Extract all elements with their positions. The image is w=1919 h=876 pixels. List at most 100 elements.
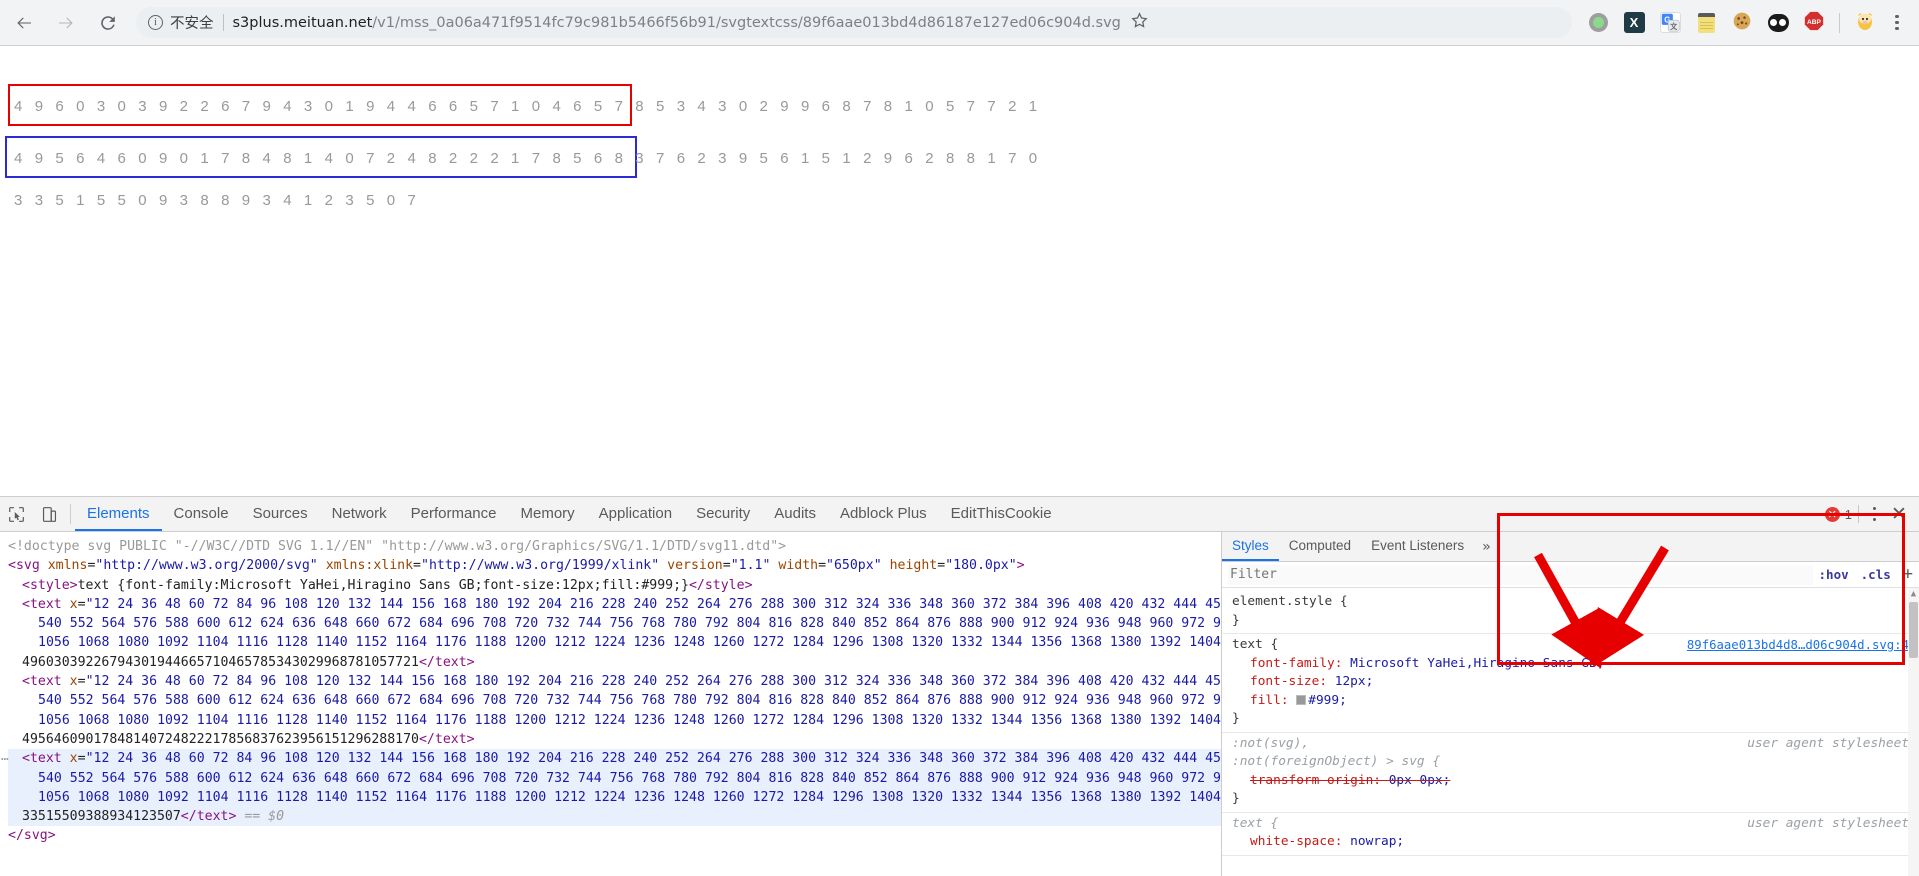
inspect-element-icon[interactable] [0,497,33,531]
address-bar[interactable]: i 不安全 s3plus.meituan.net/v1/mss_0a06a471… [136,7,1572,38]
rule2-prop-transform-origin[interactable]: transform-origin: 0px 0px; [1232,772,1909,791]
rule1-prop0-name: font-family [1250,655,1335,671]
rule2-selector: :not(svg), [1232,735,1310,751]
rule1-prop1-name: font-size [1250,674,1320,689]
styles-tab-computed[interactable]: Computed [1279,532,1361,561]
dom-text-node-1[interactable]: <text x="12 24 36 48 60 72 84 96 108 120… [8,595,1221,672]
expand-dots-icon[interactable]: ⋯ [1,750,10,769]
forward-button[interactable] [48,5,84,41]
dom-style-line[interactable]: <style>text {font-family:Microsoft YaHei… [8,576,1221,595]
dom-svg-close-tag[interactable]: </svg> [8,826,1221,845]
devtools-tab-console[interactable]: Console [162,497,241,531]
styles-rules-list: element.style { } 89f6aae013bd4d8…d06c90… [1222,588,1919,876]
rule1-prop2-name: fill [1250,692,1281,708]
svg-text-row-1: 4 9 6 0 3 0 3 9 2 2 6 7 9 4 3 0 1 9 4 4 … [14,98,1042,115]
devtools-tab-performance[interactable]: Performance [399,497,509,531]
text3-x-line2: 540 552 564 576 588 600 612 624 636 648 … [8,769,1221,788]
rule1-prop-fill[interactable]: fill: #999; [1232,692,1909,711]
devtools-close-icon[interactable]: ✕ [1889,505,1909,524]
rule3-prop-white-space[interactable]: white-space: nowrap; [1232,833,1909,852]
cls-toggle[interactable]: .cls [1855,567,1897,582]
styles-scrollbar[interactable]: ▲ [1908,588,1919,876]
dom-tree-pane[interactable]: <!doctype svg PUBLIC "-//W3C//DTD SVG 1.… [0,532,1221,876]
svg-tag-name: svg [15,558,40,574]
rule0-close: } [1232,612,1240,628]
rule0-selector: element.style { [1232,594,1348,609]
style-tag-close: style [704,577,745,593]
rule1-close: } [1232,711,1240,726]
x-extension-icon[interactable]: X [1619,8,1649,38]
green-status-icon[interactable] [1583,8,1613,38]
rule3-prop0-name: white-space [1250,834,1335,849]
style-rule-not-svg-ua[interactable]: user agent stylesheet :not(svg), :not(fo… [1222,733,1919,813]
profile-avatar-icon[interactable] [1850,8,1880,38]
devtools-tab-editthiscookie[interactable]: EditThisCookie [939,497,1064,531]
omnibox-divider [222,14,224,31]
google-translate-icon[interactable]: G 文 [1655,8,1685,38]
devtools-tab-application[interactable]: Application [587,497,684,531]
text3-x-values-line3: 1056 1068 1080 1092 1104 1116 1128 1140 … [38,789,1221,805]
adblock-plus-icon[interactable]: ABP [1799,8,1829,38]
styles-filter-input[interactable] [1228,564,1813,585]
devtools-tab-elements[interactable]: Elements [75,497,162,531]
style-rule-element-style[interactable]: element.style { } [1222,591,1919,634]
device-toolbar-icon[interactable] [33,497,66,531]
scroll-up-arrow-icon[interactable]: ▲ [1909,589,1918,599]
text1-x-values-line1: 12 24 36 48 60 72 84 96 108 120 132 144 … [93,596,1221,612]
three-dot-menu-icon[interactable] [1883,14,1911,31]
attr-width-value: 650px [833,558,874,574]
text2-tag-close: text [434,731,467,747]
devtools-tab-adblock-plus[interactable]: Adblock Plus [828,497,939,531]
bookmark-star-icon [1130,11,1149,35]
reload-button[interactable] [90,5,126,41]
text1-x-values-line3: 1056 1068 1080 1092 1104 1116 1128 1140 … [38,635,1221,651]
devtools-tabbar: Elements Console Sources Network Perform… [0,497,1919,532]
url-text[interactable]: s3plus.meituan.net/v1/mss_0a06a471f9514f… [233,15,1121,31]
text3-x-attr: x [69,751,78,767]
rule1-prop-font-size[interactable]: font-size: 12px; [1232,673,1909,692]
back-button[interactable] [6,5,42,41]
devtools-toolbar-divider [70,504,71,524]
dom-text-node-3-selected[interactable]: ⋯ <text x="12 24 36 48 60 72 84 96 108 1… [1,749,1221,827]
browser-toolbar: i 不安全 s3plus.meituan.net/v1/mss_0a06a471… [0,0,1919,46]
text2-x-line3: 1056 1068 1080 1092 1104 1116 1128 1140 … [8,711,1221,730]
style-tag-name: style [29,577,70,593]
styles-more-tabs-icon[interactable]: » [1474,532,1498,561]
styles-tab-styles[interactable]: Styles [1222,532,1279,561]
back-arrow-icon [14,13,34,33]
bookmark-button[interactable] [1127,10,1153,36]
rule3-prop0-value: nowrap; [1350,834,1405,849]
color-swatch-icon[interactable] [1296,694,1307,705]
attr-xlink-name: xmlns:xlink [325,558,414,574]
text3-content: 33515509388934123507 [22,809,181,825]
dom-svg-open-tag[interactable]: <svg xmlns="http://www.w3.org/2000/svg" … [8,556,1221,575]
error-badge[interactable]: ✕ 1 [1824,506,1852,522]
devtools-tab-memory[interactable]: Memory [509,497,587,531]
hov-toggle[interactable]: :hov [1813,567,1855,582]
devtools-settings-icon[interactable] [1865,507,1883,521]
text1-x-attr: x [69,596,78,612]
notepad-extension-icon[interactable] [1691,8,1721,38]
attr-width-name: width [778,558,819,574]
devtools-tab-network[interactable]: Network [320,497,399,531]
devtools-tab-sources[interactable]: Sources [241,497,320,531]
devtools-tab-audits[interactable]: Audits [762,497,828,531]
site-information-button[interactable]: i 不安全 [148,12,214,33]
devtools-tab-security[interactable]: Security [684,497,762,531]
style-rule-text-author[interactable]: 89f6aae013bd4d8…d06c904d.svg:4 text { fo… [1222,634,1919,733]
dom-doctype-line: <!doctype svg PUBLIC "-//W3C//DTD SVG 1.… [8,537,1221,556]
text1-x-line2: 540 552 564 576 588 600 612 624 636 648 … [8,614,1221,633]
error-icon: ✕ [1824,506,1840,522]
rule1-prop-font-family[interactable]: font-family: Microsoft YaHei,Hiragino Sa… [1232,655,1909,674]
rule1-selector: text { [1232,637,1279,652]
cookie-extension-icon[interactable] [1727,8,1757,38]
text3-tag-close: text [196,809,229,825]
dom-text-node-2[interactable]: <text x="12 24 36 48 60 72 84 96 108 120… [8,672,1221,749]
styles-scroll-thumb[interactable] [1909,602,1918,658]
panda-extension-icon[interactable] [1763,8,1793,38]
new-style-rule-button[interactable]: + [1897,566,1919,583]
reload-icon [98,13,118,33]
style-rule-text-ua[interactable]: user agent stylesheet text { white-space… [1222,813,1919,856]
rule1-source-link[interactable]: 89f6aae013bd4d8…d06c904d.svg:4 [1687,636,1909,655]
styles-tab-event-listeners[interactable]: Event Listeners [1361,532,1474,561]
